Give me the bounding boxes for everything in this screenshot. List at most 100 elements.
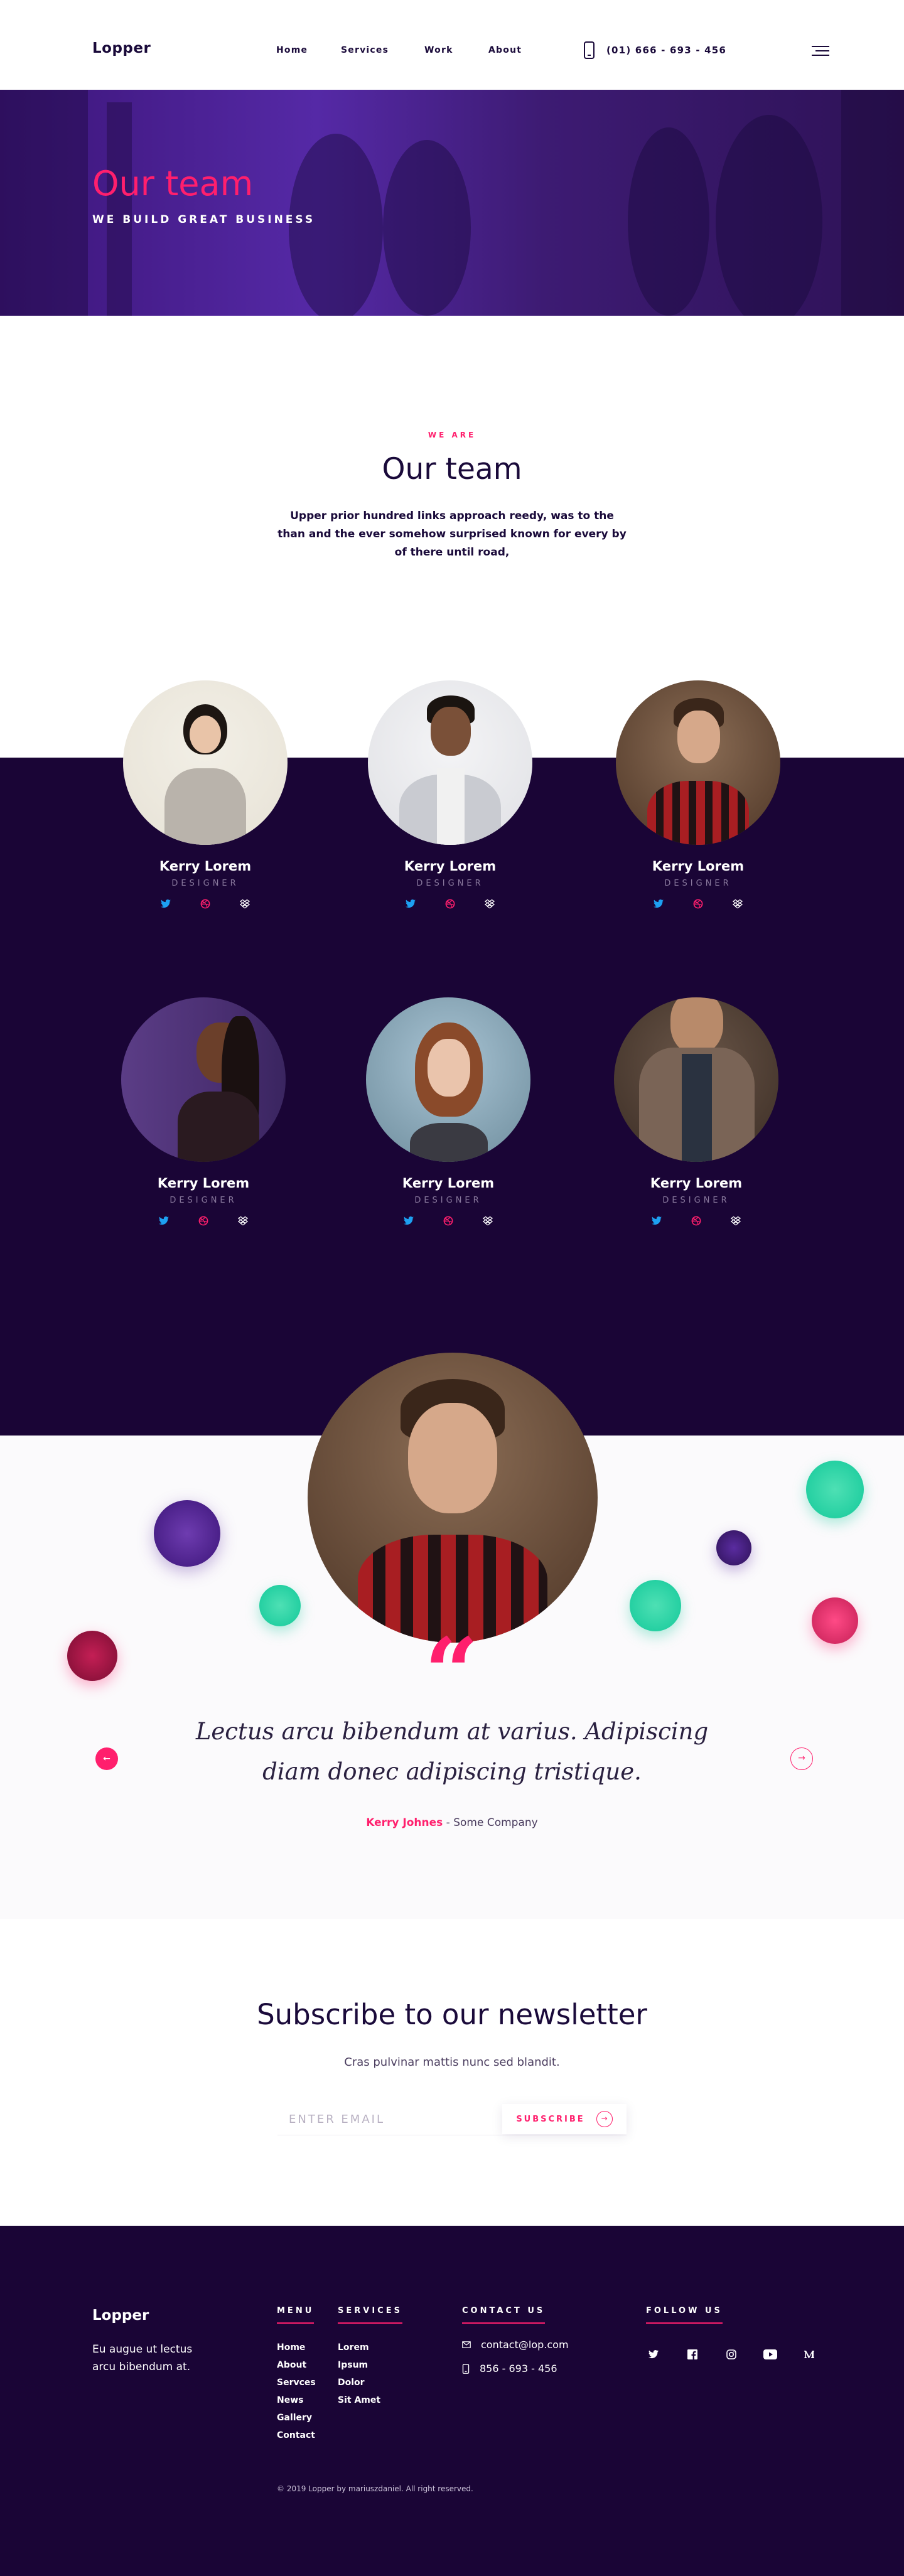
logo[interactable]: Lopper xyxy=(92,40,151,56)
arrow-right-icon: → xyxy=(596,2111,613,2127)
dropbox-icon[interactable] xyxy=(484,898,495,910)
member-name: Kerry Lorem xyxy=(157,1176,250,1191)
header-phone[interactable]: (01) 666 - 693 - 456 xyxy=(606,45,726,56)
testimonial-bubble-avatar[interactable] xyxy=(630,1580,681,1631)
footer-social-links xyxy=(646,2347,817,2362)
email-input[interactable]: ENTER EMAIL xyxy=(289,2113,385,2126)
team-member-card: Kerry Lorem DESIGNER xyxy=(111,680,299,910)
dropbox-icon[interactable] xyxy=(239,898,250,910)
member-role: DESIGNER xyxy=(416,879,484,888)
hamburger-menu-icon[interactable] xyxy=(812,46,829,56)
footer-contact-heading: CONTACT US xyxy=(462,2306,546,2324)
footer-email[interactable]: contact@lop.com xyxy=(462,2339,569,2351)
member-photo xyxy=(123,680,288,845)
member-photo xyxy=(614,997,778,1162)
footer-link[interactable]: Gallery xyxy=(277,2409,316,2427)
member-role: DESIGNER xyxy=(662,1196,730,1205)
dribbble-icon[interactable] xyxy=(692,898,704,910)
dribbble-icon[interactable] xyxy=(200,898,211,910)
member-name: Kerry Lorem xyxy=(650,1176,743,1191)
member-role: DESIGNER xyxy=(414,1196,482,1205)
newsletter-form: ENTER EMAIL SUBSCRIBE → xyxy=(277,2104,627,2135)
team-member-card: Kerry Lorem DESIGNER xyxy=(356,680,544,910)
member-name: Kerry Lorem xyxy=(652,859,745,874)
twitter-icon[interactable] xyxy=(403,1215,414,1226)
footer-link[interactable]: News xyxy=(277,2391,316,2409)
dribbble-icon[interactable] xyxy=(444,898,456,910)
footer-description: Eu augue ut lectus arcu bibendum at. xyxy=(92,2343,193,2373)
twitter-icon[interactable] xyxy=(158,1215,170,1226)
page: Lopper Home Services Work About (01) 666… xyxy=(0,0,904,2576)
footer-link[interactable]: Home xyxy=(277,2339,316,2356)
footer-phone[interactable]: 856 - 693 - 456 xyxy=(462,2363,557,2375)
footer-link[interactable]: Ipsum xyxy=(338,2356,380,2374)
mail-icon xyxy=(462,2341,471,2348)
twitter-icon[interactable] xyxy=(653,898,664,910)
intro-eyebrow: WE ARE xyxy=(428,431,476,439)
nav-services[interactable]: Services xyxy=(341,45,389,55)
dropbox-icon[interactable] xyxy=(732,898,743,910)
testimonial-bubble-avatar[interactable] xyxy=(67,1631,117,1681)
footer-logo[interactable]: Lopper xyxy=(92,2307,149,2324)
testimonial-company: Some Company xyxy=(453,1817,538,1829)
footer-follow-heading: FOLLOW US xyxy=(646,2306,723,2324)
phone-icon xyxy=(462,2363,470,2374)
instagram-icon[interactable] xyxy=(724,2347,739,2362)
subscribe-button[interactable]: SUBSCRIBE → xyxy=(502,2104,627,2134)
phone-icon xyxy=(584,41,595,59)
nav-work[interactable]: Work xyxy=(424,45,453,55)
footer-menu-list: Home About Servces News Gallery Contact xyxy=(277,2339,316,2444)
testimonial-photo xyxy=(308,1353,598,1643)
testimonial-bubble-avatar[interactable] xyxy=(154,1500,220,1567)
testimonial-bubble-avatar[interactable] xyxy=(716,1530,751,1565)
member-name: Kerry Lorem xyxy=(159,859,252,874)
quote-mark-icon: “ xyxy=(424,1618,479,1728)
testimonial-quote: Lectus arcu bibendum at varius. Adipisci… xyxy=(195,1718,709,1785)
team-member-card: Kerry Lorem DESIGNER xyxy=(354,997,542,1226)
footer-phone-text: 856 - 693 - 456 xyxy=(480,2363,557,2375)
footer-link[interactable]: Contact xyxy=(277,2427,316,2444)
footer-link[interactable]: Sit Amet xyxy=(338,2391,380,2409)
facebook-icon[interactable] xyxy=(685,2347,700,2362)
subscribe-label: SUBSCRIBE xyxy=(516,2114,585,2124)
member-role: DESIGNER xyxy=(170,1196,237,1205)
member-photo xyxy=(366,997,530,1162)
dribbble-icon[interactable] xyxy=(198,1215,209,1226)
site-footer: Lopper Eu augue ut lectus arcu bibendum … xyxy=(0,2226,904,2576)
footer-link[interactable]: About xyxy=(277,2356,316,2374)
hero-banner: Our team WE BUILD GREAT BUSINESS xyxy=(0,90,904,316)
twitter-icon[interactable] xyxy=(651,1215,662,1226)
member-role: DESIGNER xyxy=(664,879,732,888)
hero-subtitle: WE BUILD GREAT BUSINESS xyxy=(92,213,316,226)
footer-email-text: contact@lop.com xyxy=(481,2339,569,2351)
youtube-icon[interactable] xyxy=(763,2347,778,2362)
twitter-icon[interactable] xyxy=(646,2347,661,2362)
twitter-icon[interactable] xyxy=(405,898,416,910)
footer-menu-heading: MENU xyxy=(277,2306,315,2324)
dribbble-icon[interactable] xyxy=(691,1215,702,1226)
nav-home[interactable]: Home xyxy=(276,45,308,55)
footer-link[interactable]: Servces xyxy=(277,2374,316,2391)
dropbox-icon[interactable] xyxy=(482,1215,493,1226)
team-member-card: Kerry Lorem DESIGNER xyxy=(109,997,298,1226)
next-arrow-icon[interactable]: → xyxy=(790,1747,813,1770)
footer-link[interactable]: Lorem xyxy=(338,2339,380,2356)
member-photo xyxy=(368,680,532,845)
member-photo xyxy=(121,997,286,1162)
previous-arrow-icon[interactable]: ← xyxy=(95,1747,118,1770)
member-name: Kerry Lorem xyxy=(404,859,497,874)
member-photo xyxy=(616,680,780,845)
dribbble-icon[interactable] xyxy=(443,1215,454,1226)
footer-link[interactable]: Dolor xyxy=(338,2374,380,2391)
nav-about[interactable]: About xyxy=(488,45,522,55)
dropbox-icon[interactable] xyxy=(237,1215,249,1226)
testimonial-bubble-avatar[interactable] xyxy=(812,1597,858,1644)
testimonial-bubble-avatar[interactable] xyxy=(259,1585,301,1626)
dropbox-icon[interactable] xyxy=(730,1215,741,1226)
testimonial-bubble-avatar[interactable] xyxy=(806,1461,864,1518)
twitter-icon[interactable] xyxy=(160,898,171,910)
medium-icon[interactable] xyxy=(802,2347,817,2362)
copyright-text: © 2019 Lopper by mariuszdaniel. All righ… xyxy=(277,2484,473,2493)
testimonial-attribution: Kerry Johnes - Some Company xyxy=(0,1817,904,1829)
intro-title: Our team xyxy=(382,452,522,486)
